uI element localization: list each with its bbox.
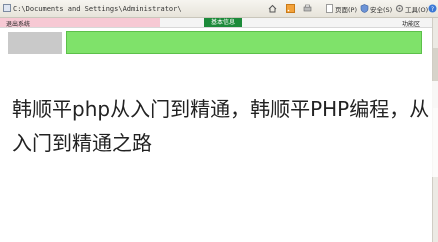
svg-text:?: ? (431, 6, 434, 13)
logo-placeholder (8, 32, 62, 54)
logout-link[interactable]: 退出系统 (6, 19, 30, 28)
tab-active[interactable]: 基本信息 (204, 18, 242, 27)
print-icon[interactable] (303, 4, 312, 13)
banner-bar (66, 31, 422, 54)
page-menu-strip: 退出系统 基本信息 功能区 (0, 18, 432, 28)
safety-icon (360, 4, 369, 13)
help-icon[interactable]: ? (428, 4, 437, 13)
address-text[interactable]: C:\Documents and Settings\Administrator\ (13, 5, 182, 13)
browser-command-bar: C:\Documents and Settings\Administrator\… (0, 0, 438, 18)
file-icon (3, 4, 11, 12)
home-icon[interactable] (268, 4, 277, 13)
function-area-link[interactable]: 功能区 (402, 19, 420, 28)
tools-menu[interactable]: 工具(O) (405, 4, 428, 14)
page-icon (326, 4, 333, 13)
page-menu[interactable]: 页面(P) (335, 4, 357, 14)
tools-icon (395, 4, 404, 13)
safety-menu[interactable]: 安全(S) (370, 4, 392, 14)
feed-icon[interactable] (286, 4, 295, 13)
caption-text: 韩顺平php从入门到精通，韩顺平PHP编程，从入门到精通之路 (12, 97, 430, 155)
